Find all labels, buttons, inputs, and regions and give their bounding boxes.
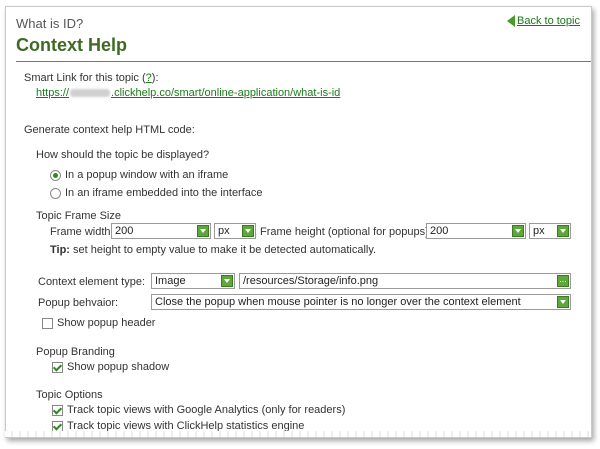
branding-heading: Popup Branding (36, 346, 115, 358)
show-popup-shadow-checkbox[interactable]: Show popup shadow (52, 361, 169, 373)
radio-selected-icon[interactable] (50, 169, 61, 181)
tip-text: Tip: set height to empty value to make i… (50, 244, 377, 256)
back-arrow-icon (507, 15, 515, 28)
back-to-topic-link[interactable]: Back to topic (507, 15, 580, 28)
context-path-input[interactable]: /resources/Storage/info.png... (239, 273, 571, 289)
option-embedded-iframe[interactable]: In an iframe embedded into the interface (50, 187, 263, 199)
chevron-down-icon[interactable] (557, 296, 569, 308)
checkbox-checked-icon[interactable] (52, 361, 63, 373)
title-divider (16, 61, 591, 62)
chevron-down-icon[interactable] (512, 225, 524, 237)
popup-behavior-select[interactable]: Close the popup when mouse pointer is no… (151, 294, 571, 310)
checkbox-checked-icon[interactable] (52, 404, 63, 416)
page-subtitle: What is ID? (16, 16, 84, 31)
frame-height-label: Frame height (optional for popups): (260, 226, 432, 238)
frame-height-input[interactable]: 200 (426, 223, 526, 239)
page-title: Context Help (16, 35, 128, 55)
redacted-subdomain (70, 89, 111, 98)
frame-width-unit-select[interactable]: px (214, 223, 256, 239)
chevron-down-icon[interactable] (221, 275, 233, 287)
radio-icon[interactable] (50, 187, 61, 199)
popup-behavior-label: Popup behvaior: (38, 297, 119, 309)
checkbox-icon[interactable] (42, 317, 53, 329)
frame-height-unit-select[interactable]: px (529, 223, 571, 239)
generate-label: Generate context help HTML code: (24, 124, 195, 136)
smart-link-label: Smart Link for this topic (?): (24, 72, 159, 84)
context-help-panel: What is ID? Context Help Back to topic S… (5, 6, 592, 438)
frame-width-input[interactable]: 200 (111, 223, 211, 239)
browse-button[interactable]: ... (557, 275, 569, 287)
track-ga-checkbox[interactable]: Track topic views with Google Analytics … (52, 404, 345, 416)
checkbox-checked-icon[interactable] (52, 420, 63, 432)
chevron-down-icon[interactable] (242, 225, 254, 237)
chevron-down-icon[interactable] (557, 225, 569, 237)
show-popup-header-checkbox[interactable]: Show popup header (42, 317, 155, 329)
torn-edge (5, 431, 590, 437)
context-type-select[interactable]: Image (151, 273, 235, 289)
frame-size-heading: Topic Frame Size (36, 210, 121, 222)
topic-options-heading: Topic Options (36, 389, 103, 401)
smart-link-url[interactable]: https://.clickhelp.co/smart/online-appli… (36, 87, 340, 99)
frame-width-label: Frame width: (50, 226, 114, 238)
option-popup-iframe[interactable]: In a popup window with an iframe (50, 169, 228, 181)
display-question: How should the topic be displayed? (36, 149, 210, 161)
context-type-label: Context element type: (38, 276, 146, 288)
chevron-down-icon[interactable] (197, 225, 209, 237)
